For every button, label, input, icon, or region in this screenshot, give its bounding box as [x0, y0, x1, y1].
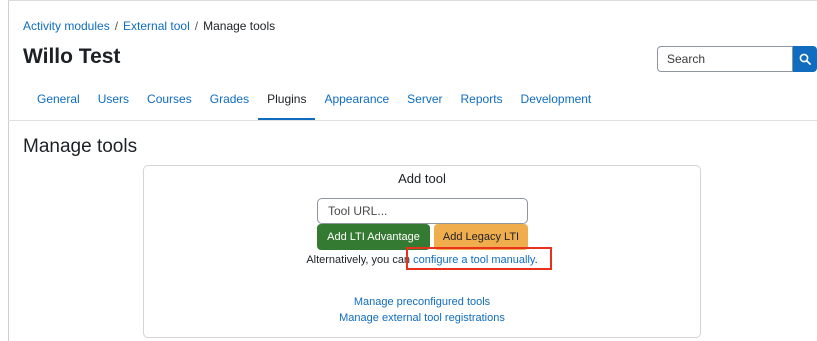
manage-links: Manage preconfigured tools Manage extern… — [144, 294, 700, 326]
tabs-divider — [8, 120, 817, 121]
tab-reports[interactable]: Reports — [452, 82, 512, 120]
add-legacy-lti-button[interactable]: Add Legacy LTI — [434, 224, 528, 250]
search-button[interactable] — [793, 46, 817, 72]
manage-preconfigured-tools-link[interactable]: Manage preconfigured tools — [144, 294, 700, 310]
alternative-prefix: Alternatively, you can — [306, 254, 411, 266]
breadcrumb-current: Manage tools — [203, 19, 276, 33]
site-title: Willo Test — [23, 45, 121, 68]
alternative-suffix: . — [534, 254, 538, 266]
alternative-text: Alternatively, you can configure a tool … — [144, 254, 700, 266]
tool-url-input[interactable] — [317, 198, 528, 224]
add-tool-title: Add tool — [398, 171, 446, 186]
tab-appearance[interactable]: Appearance — [315, 82, 398, 120]
window-left-border — [8, 0, 9, 341]
breadcrumb-separator: / — [114, 19, 119, 33]
search-form — [657, 46, 817, 72]
search-icon — [799, 53, 811, 65]
tab-general[interactable]: General — [23, 82, 89, 120]
add-tool-card: Add tool Add LTI Advantage Add Legacy LT… — [143, 165, 701, 338]
tab-users[interactable]: Users — [89, 82, 138, 120]
breadcrumb: Activity modules / External tool / Manage to… — [23, 19, 275, 33]
manage-tool-registrations-link[interactable]: Manage external tool registrations — [144, 310, 700, 326]
page-heading: Manage tools — [23, 136, 138, 157]
tab-development[interactable]: Development — [512, 82, 601, 120]
tab-server[interactable]: Server — [398, 82, 451, 120]
admin-tabs: General Users Courses Grades Plugins App… — [23, 82, 600, 120]
window-top-border — [8, 0, 817, 1]
breadcrumb-external-tool[interactable]: External tool — [123, 19, 190, 33]
tab-courses[interactable]: Courses — [138, 82, 201, 120]
tab-grades[interactable]: Grades — [201, 82, 258, 120]
search-input[interactable] — [657, 46, 793, 72]
breadcrumb-activity-modules[interactable]: Activity modules — [23, 19, 110, 33]
breadcrumb-separator: / — [194, 19, 199, 33]
tab-plugins[interactable]: Plugins — [258, 82, 316, 120]
configure-manually-link[interactable]: configure a tool manually — [413, 254, 534, 266]
add-lti-advantage-button[interactable]: Add LTI Advantage — [317, 224, 430, 250]
